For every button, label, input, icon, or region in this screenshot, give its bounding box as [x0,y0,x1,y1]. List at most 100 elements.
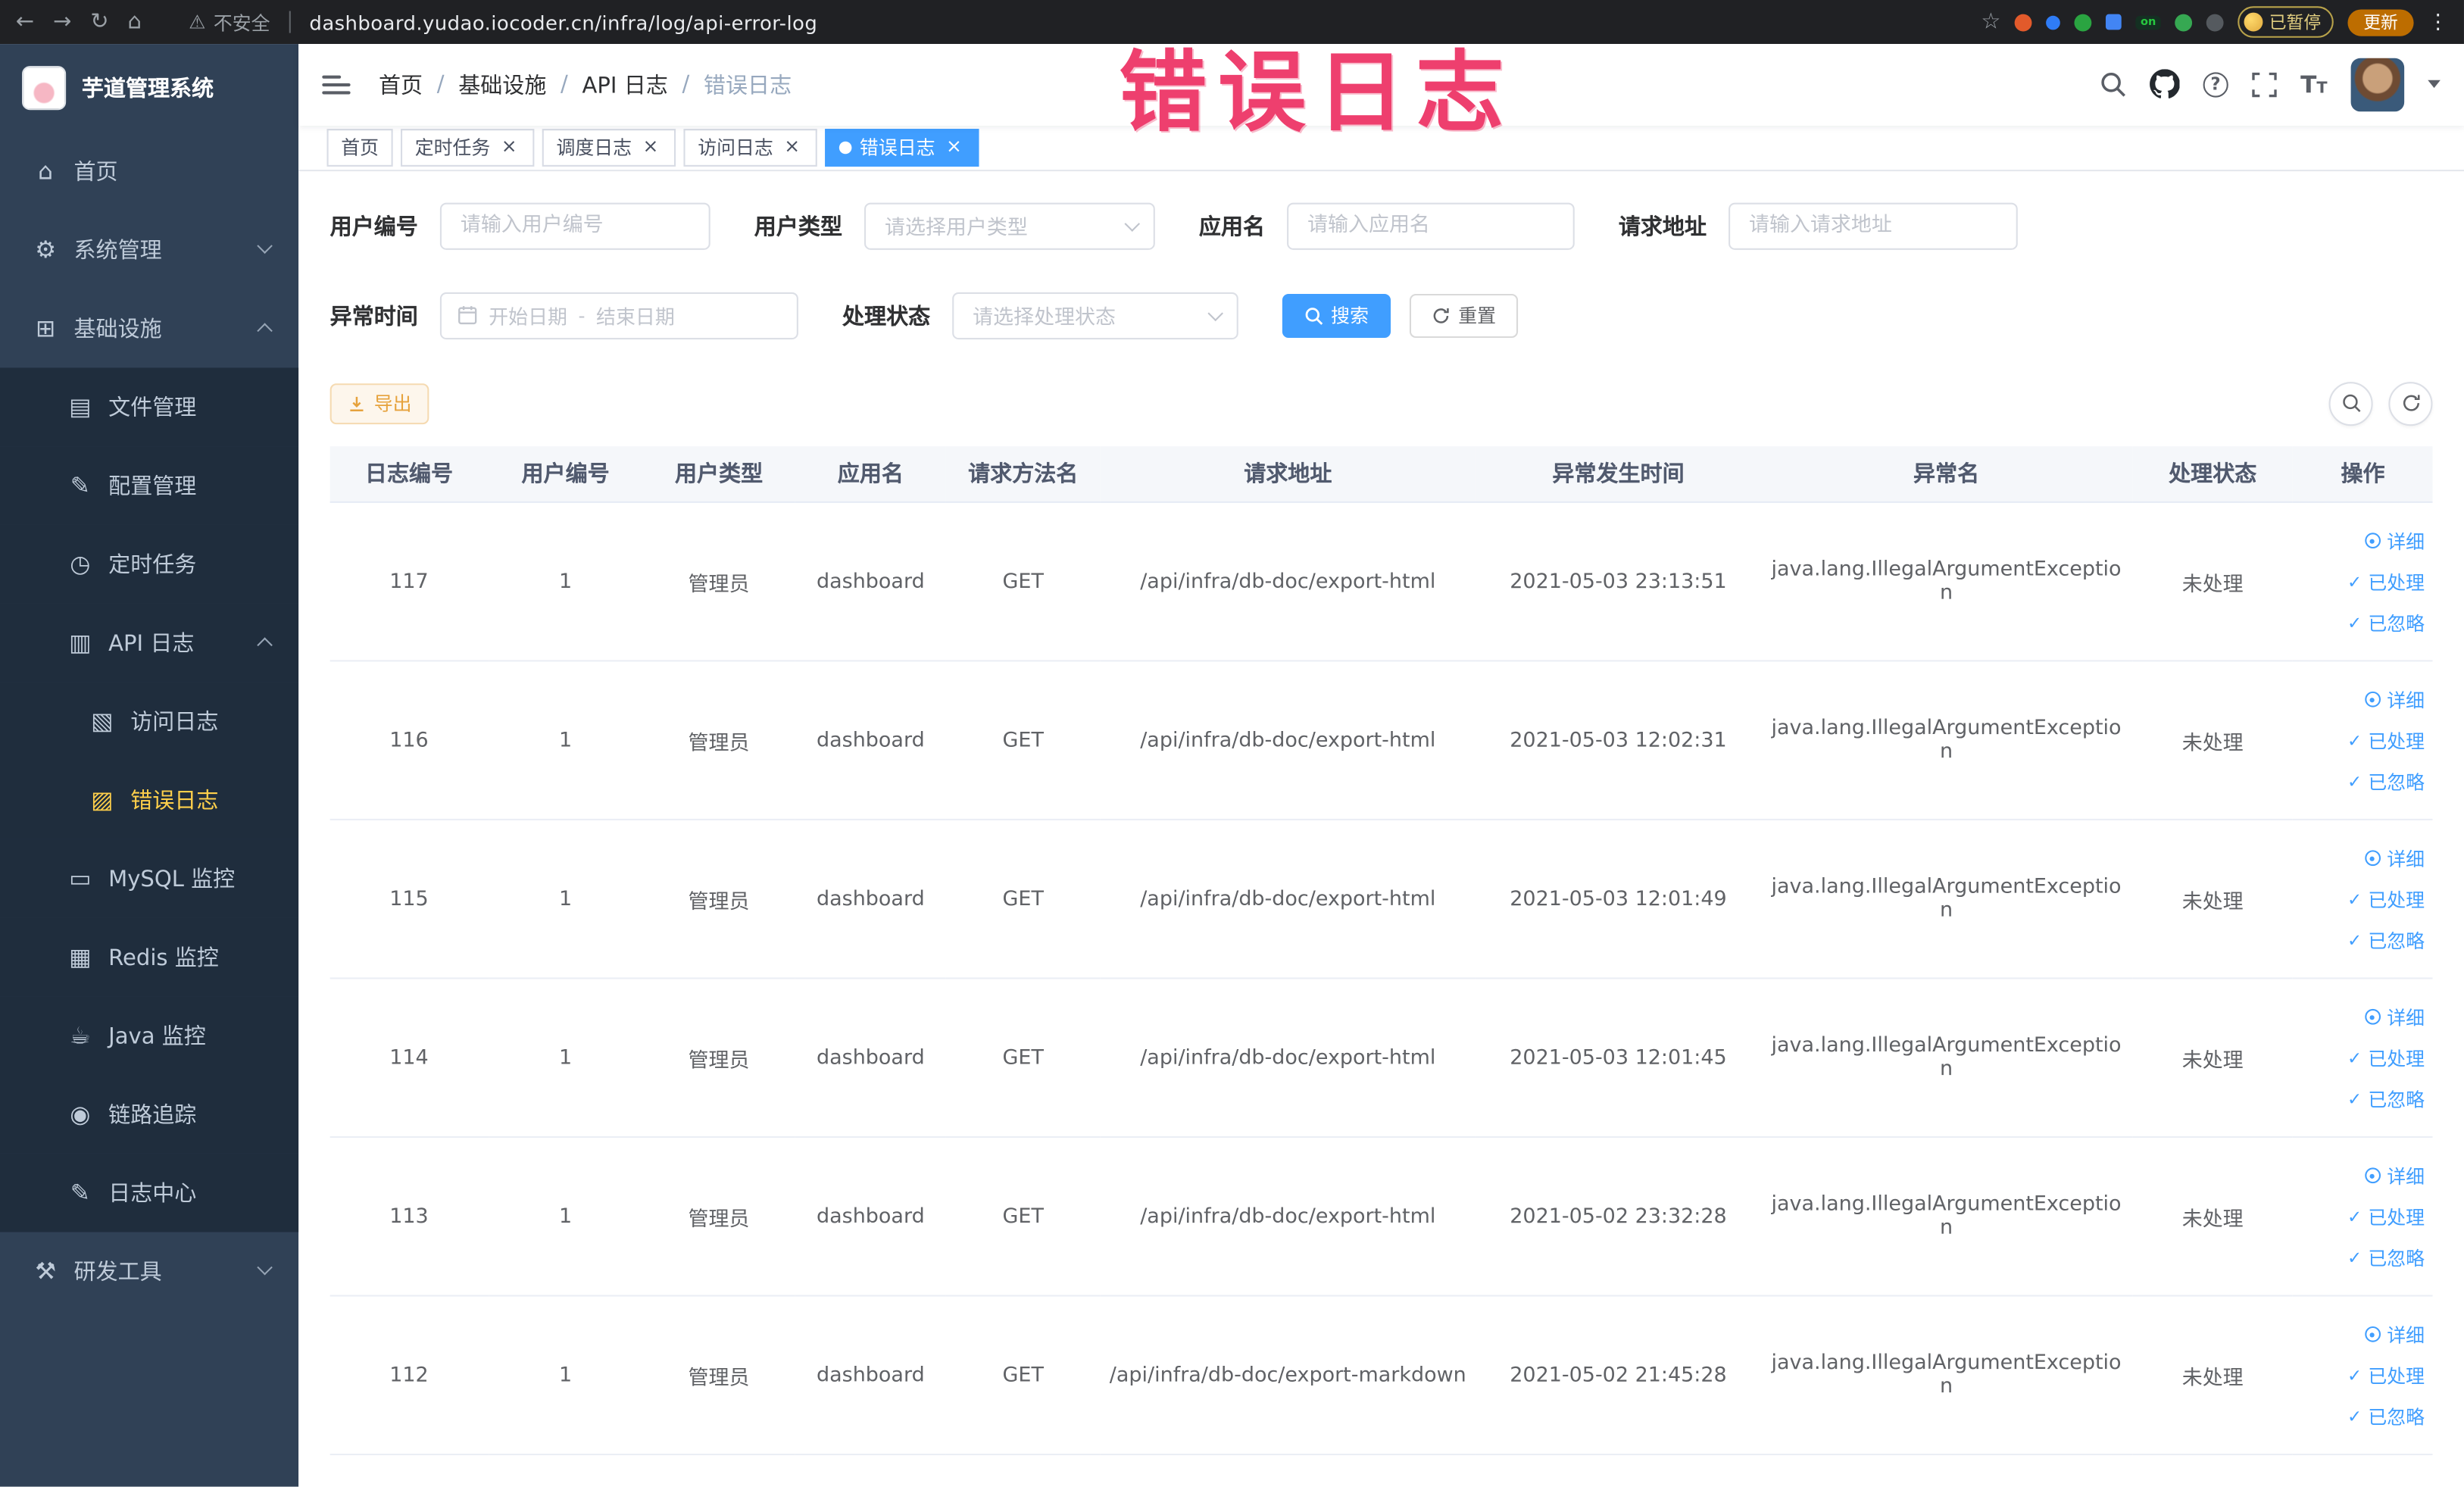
logo[interactable]: 芋道管理系统 [0,44,298,132]
back-icon[interactable]: ← [16,11,34,33]
close-icon[interactable]: × [498,136,520,158]
app-name-input[interactable] [1287,201,1575,249]
processed-link[interactable]: ✓ 已处理 [2301,720,2425,761]
request-url-input[interactable] [1729,201,2018,249]
sidebar-item-error-logs[interactable]: ▨ 错误日志 [0,761,299,839]
security-indicator[interactable]: ⚠ 不安全 [189,8,270,35]
sidebar-item-mysql-monitor[interactable]: ▭ MySQL 监控 [0,839,299,918]
extension-on-badge[interactable]: on [2135,14,2161,30]
ignored-link[interactable]: ✓ 已忽略 [2301,761,2425,801]
bookmark-star-icon[interactable]: ☆ [1981,11,2000,33]
forward-icon[interactable]: → [53,11,71,33]
github-icon[interactable] [2149,70,2180,99]
breadcrumb-item[interactable]: 基础设施 [458,69,546,100]
logo-avatar [22,66,67,111]
update-button[interactable]: 更新 [2347,8,2414,36]
column-header: 用户类型 [642,445,795,503]
browser-menu-icon[interactable]: ⋮ [2428,10,2448,33]
detail-link[interactable]: 详细 [2301,1314,2425,1354]
avatar[interactable] [2350,58,2405,112]
sidebar-item-api-logs[interactable]: ▥ API 日志 [0,603,299,683]
table-toolbar: 导出 [329,381,2433,426]
sidebar-item-system-management[interactable]: ⚙ 系统管理 [0,211,298,289]
sidebar-item-config-management[interactable]: ✎ 配置管理 [0,446,299,525]
ignored-link[interactable]: ✓ 已忽略 [2301,920,2425,961]
search-button[interactable]: 搜索 [1282,292,1391,338]
detail-link[interactable]: 详细 [2301,520,2425,561]
detail-link[interactable]: 详细 [2301,679,2425,720]
extension-icon[interactable] [2015,13,2032,31]
breadcrumb-item[interactable]: API 日志 [582,69,668,100]
tab-1[interactable]: 定时任务 × [401,128,535,167]
url-bar[interactable]: dashboard.yudao.iocoder.cn/infra/log/api… [309,10,817,33]
close-icon[interactable]: × [639,136,661,158]
sidebar-item-access-logs[interactable]: ▧ 访问日志 [0,682,299,761]
reset-button[interactable]: 重置 [1409,292,1519,338]
search-icon [1304,306,1323,325]
tab-0[interactable]: 首页 [326,128,393,167]
help-icon[interactable]: ? [2203,72,2228,98]
processed-link[interactable]: ✓ 已处理 [2301,561,2425,602]
close-icon[interactable]: × [943,136,965,158]
filter-process-status: 处理状态 请选择处理状态 [842,291,1238,339]
cell-exception: java.lang.IllegalArgumentException [1760,978,2132,1139]
extension-icon[interactable] [2206,13,2224,31]
breadcrumb-separator: / [436,72,445,98]
home-icon[interactable]: ⌂ [127,11,141,33]
detail-link[interactable]: 详细 [2301,1155,2425,1196]
processed-link[interactable]: ✓ 已处理 [2301,1037,2425,1078]
access-logs-icon: ▧ [91,707,114,736]
sidebar-item-scheduled-tasks[interactable]: ◷ 定时任务 [0,524,299,604]
ignored-link[interactable]: ✓ 已忽略 [2301,1078,2425,1119]
toggle-search-button[interactable] [2328,381,2373,426]
sidebar-item-file-management[interactable]: ▤ 文件管理 [0,367,299,447]
process-status-select[interactable]: 请选择处理状态 [952,291,1238,339]
refresh-button[interactable] [2388,381,2433,426]
export-button[interactable]: 导出 [329,383,429,424]
ignored-link[interactable]: ✓ 已忽略 [2301,1395,2425,1436]
ignored-link[interactable]: ✓ 已忽略 [2301,602,2425,643]
range-separator: - [578,304,586,326]
annotation-error-log: 错误日志 [1119,42,1515,145]
column-header: 异常名 [1760,445,2132,503]
extension-icon[interactable] [2074,13,2092,31]
fullscreen-icon[interactable] [2252,72,2277,97]
extension-icon[interactable] [2046,14,2061,30]
date-range-picker[interactable]: 开始日期 - 结束日期 [439,291,798,339]
reload-icon[interactable]: ↻ [90,11,108,33]
cell-log_id: 115 [329,819,489,979]
ignored-link[interactable]: ✓ 已忽略 [2301,1237,2425,1278]
tab-4[interactable]: 错误日志 × [825,128,979,167]
sidebar-item-home[interactable]: ⌂ 首页 [0,132,298,211]
sidebar-item-label: 访问日志 [130,710,219,736]
sidebar-item-trace[interactable]: ◉ 链路追踪 [0,1075,299,1154]
search-icon[interactable] [2100,71,2126,98]
tab-3[interactable]: 访问日志 × [683,128,817,167]
process-status-label: 处理状态 [842,304,931,330]
sidebar-item-dev-tools[interactable]: ⚒ 研发工具 [0,1232,298,1310]
detail-link[interactable]: 详细 [2301,996,2425,1037]
font-size-icon[interactable]: TT [2300,70,2327,99]
user-type-select[interactable]: 请选择用户类型 [864,201,1155,249]
caret-down-icon[interactable] [2428,80,2441,89]
cell-status: 未处理 [2131,661,2294,820]
user-id-input[interactable] [439,201,710,249]
extension-icon[interactable] [2106,14,2122,30]
processed-link[interactable]: ✓ 已处理 [2301,1196,2425,1237]
sidebar-item-infrastructure[interactable]: ⊞ 基础设施 [0,289,298,368]
filter-row-1: 用户编号 用户类型 请选择用户类型 应用名 [330,201,2433,249]
hamburger-icon[interactable] [322,75,351,95]
breadcrumb-item[interactable]: 首页 [379,69,423,100]
processed-link[interactable]: ✓ 已处理 [2301,1354,2425,1395]
close-icon[interactable]: × [781,136,803,158]
sidebar-item-java-monitor[interactable]: ☕ Java 监控 [0,996,299,1076]
sidebar-item-redis-monitor[interactable]: ▦ Redis 监控 [0,917,299,997]
extension-icon[interactable] [2175,13,2193,31]
detail-link[interactable]: 详细 [2301,838,2425,879]
sidebar-item-log-center[interactable]: ✎ 日志中心 [0,1153,299,1232]
tab-2[interactable]: 调度日志 × [542,128,676,167]
cell-status: 未处理 [2131,1295,2294,1456]
paused-badge[interactable]: 已暂停 [2238,6,2334,38]
processed-link[interactable]: ✓ 已处理 [2301,879,2425,920]
exception-time-label: 异常时间 [329,304,418,330]
